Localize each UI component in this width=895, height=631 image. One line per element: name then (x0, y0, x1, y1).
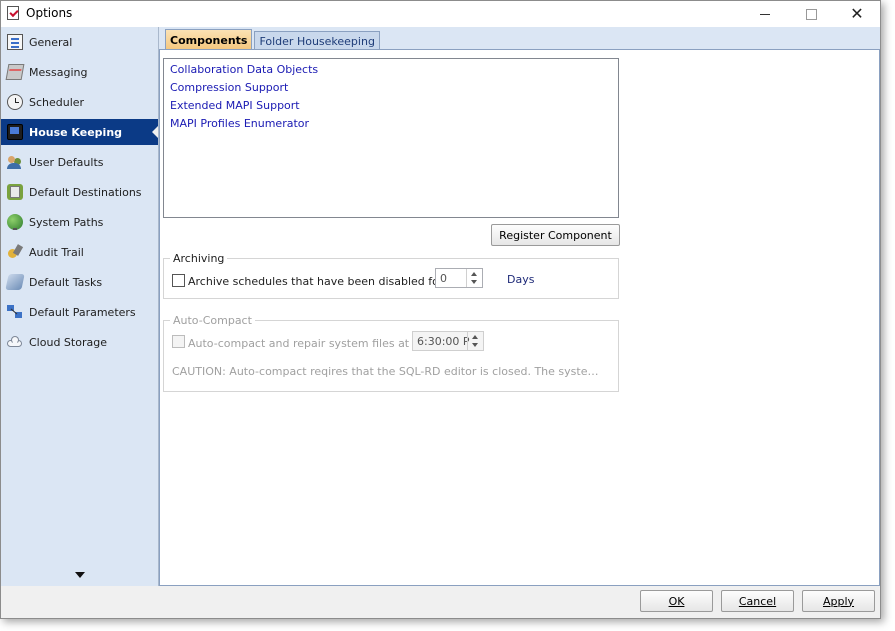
sidebar-item-label: Default Parameters (29, 305, 136, 319)
tab-strip: Components Folder Housekeeping (165, 29, 382, 51)
sidebar-item-label: Scheduler (29, 95, 85, 109)
sidebar-item-house-keeping[interactable]: House Keeping (1, 119, 158, 145)
sidebar-item-label: Default Destinations (29, 185, 142, 199)
close-icon: ✕ (850, 4, 864, 23)
sidebar-item-default-destinations[interactable]: Default Destinations (1, 179, 158, 205)
archive-days-stepper[interactable]: 0 (435, 268, 483, 288)
sidebar-item-label: House Keeping (29, 125, 123, 139)
archiving-group: Archiving Archive schedules that have be… (163, 252, 619, 299)
scroll-down-arrow-icon[interactable] (75, 572, 85, 578)
stepper-arrows[interactable] (466, 269, 482, 287)
sidebar-item-default-parameters[interactable]: Default Parameters (1, 299, 158, 325)
window-title: Options (26, 6, 73, 20)
clock-icon (7, 94, 23, 110)
globe-icon (7, 214, 23, 230)
general-icon (7, 34, 23, 50)
app-checkmark-icon (7, 6, 19, 20)
cloud-icon (7, 334, 23, 350)
apply-button-label: Apply (822, 594, 855, 608)
stepper-up-icon (472, 335, 478, 339)
stepper-arrows[interactable] (467, 332, 483, 350)
sidebar-item-label: User Defaults (29, 155, 104, 169)
options-window: Options ✕ General Messaging Scheduler Ho… (0, 0, 881, 619)
minimize-button[interactable] (742, 1, 788, 27)
components-tab-page: Collaboration Data Objects Compression S… (159, 49, 880, 586)
destinations-icon (7, 184, 23, 200)
archive-days-value: 0 (440, 271, 447, 285)
maximize-button[interactable] (788, 1, 834, 27)
autocompact-time-value: 6:30:00 P (417, 334, 470, 348)
content-panel: Components Folder Housekeeping Collabora… (159, 27, 880, 586)
autocompact-caution-text: CAUTION: Auto-compact reqires that the S… (172, 365, 602, 378)
tasks-icon (5, 274, 25, 290)
sidebar-item-messaging[interactable]: Messaging (1, 59, 158, 85)
tab-components[interactable]: Components (165, 29, 253, 51)
monitor-icon (7, 124, 23, 140)
archiving-group-title: Archiving (170, 252, 228, 265)
register-component-button[interactable]: Register Component (491, 224, 620, 246)
cancel-button[interactable]: Cancel (721, 590, 794, 612)
archive-days-unit: Days (507, 273, 535, 286)
stepper-down-icon (471, 280, 477, 284)
minimize-icon (760, 13, 770, 15)
sidebar-item-audit-trail[interactable]: Audit Trail (1, 239, 158, 265)
close-button[interactable]: ✕ (834, 1, 880, 27)
list-item[interactable]: MAPI Profiles Enumerator (164, 115, 618, 133)
title-bar: Options ✕ (1, 1, 880, 27)
archive-disabled-checkbox[interactable] (172, 274, 185, 287)
dialog-footer: OK Cancel Apply (1, 586, 880, 618)
sidebar-item-label: Cloud Storage (29, 335, 107, 349)
ok-button[interactable]: OK (640, 590, 713, 612)
ok-button-label: OK (668, 594, 685, 608)
stepper-up-icon (471, 272, 477, 276)
sidebar-item-label: Messaging (29, 65, 88, 79)
sidebar-item-scheduler[interactable]: Scheduler (1, 89, 158, 115)
autocompact-label: Auto-compact and repair system files at … (188, 337, 417, 350)
sidebar-item-label: System Paths (29, 215, 104, 229)
users-icon (7, 154, 23, 170)
messaging-icon (5, 64, 25, 80)
archive-disabled-label: Archive schedules that have been disable… (188, 275, 444, 288)
sidebar-item-default-tasks[interactable]: Default Tasks (1, 269, 158, 295)
cancel-button-label: Cancel (738, 594, 777, 608)
autocompact-time-picker[interactable]: 6:30:00 P (412, 331, 484, 351)
parameters-icon (7, 304, 23, 320)
sidebar-item-label: Audit Trail (29, 245, 84, 259)
autocompact-group-title: Auto-Compact (170, 314, 255, 327)
audit-icon (7, 244, 23, 260)
list-item[interactable]: Compression Support (164, 79, 618, 97)
maximize-icon (805, 8, 817, 20)
list-item[interactable]: Collaboration Data Objects (164, 61, 618, 79)
sidebar-item-general[interactable]: General (1, 29, 158, 55)
sidebar-item-label: General (29, 35, 73, 49)
autocompact-group: Auto-Compact Auto-compact and repair sys… (163, 314, 619, 392)
sidebar-item-system-paths[interactable]: System Paths (1, 209, 158, 235)
sidebar-item-cloud-storage[interactable]: Cloud Storage (1, 329, 158, 355)
sidebar-item-label: Default Tasks (29, 275, 103, 289)
tab-folder-housekeeping[interactable]: Folder Housekeeping (254, 31, 380, 51)
autocompact-checkbox[interactable] (172, 335, 185, 348)
options-sidebar: General Messaging Scheduler House Keepin… (1, 27, 159, 586)
sidebar-item-user-defaults[interactable]: User Defaults (1, 149, 158, 175)
apply-button[interactable]: Apply (802, 590, 875, 612)
components-list[interactable]: Collaboration Data Objects Compression S… (163, 58, 619, 218)
stepper-down-icon (472, 343, 478, 347)
list-item[interactable]: Extended MAPI Support (164, 97, 618, 115)
